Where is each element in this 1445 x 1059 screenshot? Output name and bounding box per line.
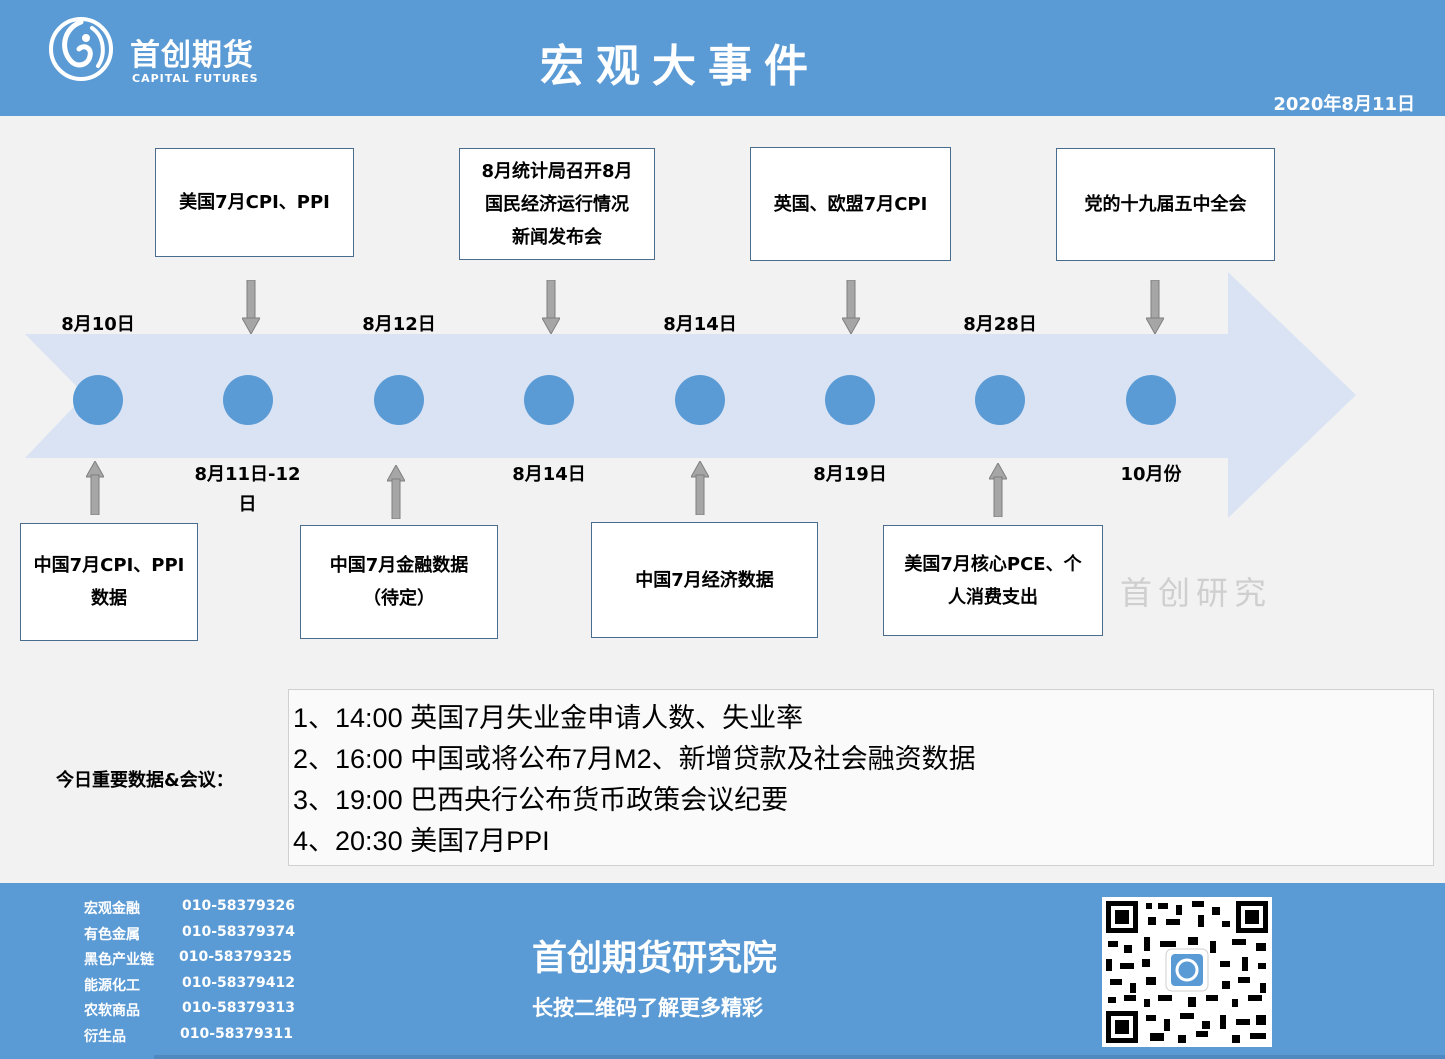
event-box-top: 英国、欧盟7月CPI (750, 147, 951, 261)
today-item: 1、14:00 英国7月失业金申请人数、失业率 (293, 703, 804, 733)
contact-row: 有色金属 010-58379374 (84, 924, 295, 944)
up-arrow-icon (387, 465, 405, 519)
footer-title: 首创期货研究院 (532, 939, 778, 979)
timeline-dot-6 (825, 375, 875, 425)
timeline-dot-4 (524, 375, 574, 425)
contact-row: 宏观金融 010-58379326 (84, 898, 295, 918)
contact-phone: 010-58379374 (182, 924, 295, 940)
timeline-dot-3 (374, 375, 424, 425)
event-box-top: 8月统计局召开8月 国民经济运行情况 新闻发布会 (459, 148, 655, 260)
contact-phone: 010-58379311 (180, 1026, 293, 1042)
timeline-date-label: 10月份 (1120, 464, 1182, 485)
timeline-date-label: 8月14日 (512, 464, 586, 485)
contact-row: 黑色产业链 010-58379325 (84, 949, 292, 969)
timeline-dot-7 (975, 375, 1025, 425)
up-arrow-icon (691, 461, 709, 515)
contact-row: 衍生品 010-58379311 (84, 1026, 293, 1046)
timeline-date-label: 8月10日 (61, 314, 135, 335)
up-arrow-icon (86, 461, 104, 515)
event-box-bottom: 中国7月CPI、PPI 数据 (20, 523, 198, 641)
today-label: 今日重要数据&会议： (56, 770, 234, 791)
contact-name: 宏观金融 (84, 901, 140, 917)
watermark: 首创研究 (1120, 574, 1273, 612)
contact-phone: 010-58379326 (182, 898, 295, 914)
timeline-dot-2 (223, 375, 273, 425)
timeline-date-label: 8月28日 (963, 314, 1037, 335)
event-box-top: 美国7月CPI、PPI (155, 148, 354, 257)
event-box-bottom: 中国7月经济数据 (591, 522, 818, 638)
footer-subtitle: 长按二维码了解更多精彩 (532, 996, 763, 1020)
qr-code-icon[interactable] (1102, 897, 1272, 1047)
event-box-top: 党的十九届五中全会 (1056, 148, 1275, 261)
contact-name: 衍生品 (84, 1029, 126, 1045)
timeline-dot-1 (73, 375, 123, 425)
down-arrow-icon (542, 280, 560, 334)
contact-phone: 010-58379412 (182, 975, 295, 991)
today-list: 1、14:00 英国7月失业金申请人数、失业率 2、16:00 中国或将公布7月… (288, 689, 1434, 866)
contact-name: 农软商品 (84, 1003, 140, 1019)
timeline-date-label: 8月19日 (813, 464, 887, 485)
today-item: 2、16:00 中国或将公布7月M2、新增贷款及社会融资数据 (293, 744, 976, 774)
timeline-dot-8 (1126, 375, 1176, 425)
timeline-date-label: 8月12日 (362, 314, 436, 335)
timeline-date-label: 8月11日-12 日 (194, 464, 301, 515)
down-arrow-icon (842, 280, 860, 334)
contact-phone: 010-58379325 (179, 949, 292, 965)
down-arrow-icon (1146, 280, 1164, 334)
contact-phone: 010-58379313 (182, 1000, 295, 1016)
contact-name: 黑色产业链 (84, 952, 154, 968)
footer-strip (154, 1055, 1445, 1059)
timeline-date-label: 8月14日 (663, 314, 737, 335)
contact-name: 有色金属 (84, 927, 140, 943)
timeline-dot-5 (675, 375, 725, 425)
event-box-bottom: 美国7月核心PCE、个 人消费支出 (883, 525, 1103, 636)
today-item: 3、19:00 巴西央行公布货币政策会议纪要 (293, 785, 789, 815)
contact-row: 能源化工 010-58379412 (84, 975, 295, 995)
contact-row: 农软商品 010-58379313 (84, 1000, 295, 1020)
up-arrow-icon (989, 463, 1007, 517)
down-arrow-icon (242, 280, 260, 334)
contact-name: 能源化工 (84, 978, 140, 994)
today-item: 4、20:30 美国7月PPI (293, 826, 550, 856)
event-box-bottom: 中国7月金融数据 （待定） (300, 525, 498, 639)
